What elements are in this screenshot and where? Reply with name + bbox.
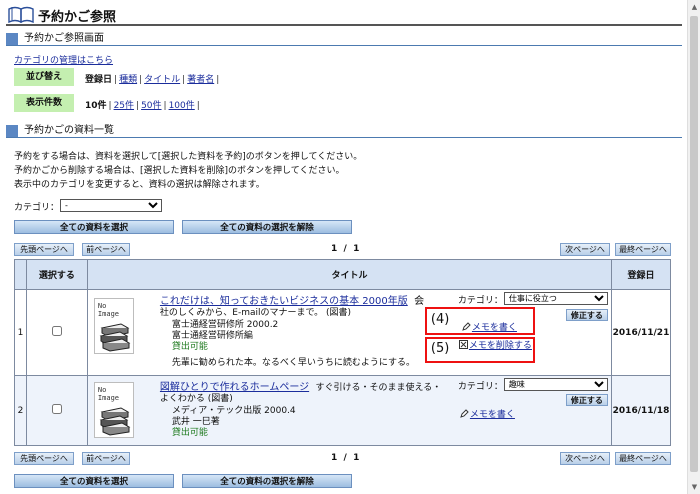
display-option-50[interactable]: 50件: [141, 101, 161, 111]
instruction-line: 表示中のカテゴリを変更すると、資料の選択は解除されます。: [14, 180, 265, 190]
no-image-text: No Image: [97, 302, 119, 318]
category-filter-select[interactable]: -: [60, 199, 162, 212]
table-row: 2 No Image 図解ひとりで作れるホームページ すぐ引ける・そのまま使える・…: [14, 375, 671, 446]
pencil-icon: [460, 409, 469, 418]
select-cell: [25, 289, 88, 376]
item-status: 貸出可能: [171, 342, 208, 352]
pager-total: 1: [353, 453, 360, 463]
select-checkbox[interactable]: [51, 326, 62, 336]
item-status: 貸出可能: [171, 428, 208, 438]
page-title: 予約かご参照: [38, 10, 117, 25]
fix-category-button[interactable]: 修正する: [565, 394, 608, 406]
item-title-continuation: 会: [414, 296, 425, 307]
no-image-placeholder: No Image: [93, 298, 134, 354]
section-heading-list: 予約かごの資料一覧: [6, 124, 682, 138]
table-header-row: 選択する タイトル 登録日: [14, 259, 671, 290]
section-heading-cart: 予約かご参照画面: [6, 32, 682, 46]
write-memo-link[interactable]: メモを書く: [472, 323, 517, 333]
pager-sep: /: [343, 453, 347, 463]
first-page-button[interactable]: 先頭ページへ: [14, 243, 74, 256]
display-option-25[interactable]: 25件: [114, 101, 134, 111]
title-cell: No Image 図解ひとりで作れるホームページ すぐ引ける・そのまま使える・ よ…: [86, 375, 613, 446]
section-heading-text: 予約かごの資料一覧: [24, 125, 114, 136]
item-date: 2016/11/21: [611, 289, 671, 376]
next-page-button[interactable]: 次ページへ: [560, 243, 610, 256]
pager-current: 1: [331, 244, 338, 254]
delete-memo-action: メモを削除する: [458, 338, 532, 351]
scroll-up-icon[interactable]: ▲: [688, 0, 700, 14]
table-row: 1 No Image これだけは、知っておきたいビジネスの基本 2000年版 会 …: [14, 289, 671, 376]
book-icon: [8, 6, 34, 23]
deselect-all-button[interactable]: 全ての資料の選択を解除: [182, 474, 352, 488]
row-number: 1: [14, 289, 27, 376]
deselect-all-button[interactable]: 全ての資料の選択を解除: [182, 220, 352, 234]
delete-x-icon: [458, 340, 468, 349]
select-all-button[interactable]: 全ての資料を選択: [14, 474, 174, 488]
item-category-select[interactable]: 仕事に役立つ: [503, 292, 608, 305]
annotation-label-4: (4): [430, 312, 450, 327]
pager-total: 1: [353, 244, 360, 254]
instruction-line: 予約をする場合は、資料を選択して[選択した資料を予約]のボタンを押してください。: [14, 152, 363, 162]
pencil-icon: [462, 322, 471, 331]
sort-option-title[interactable]: タイトル: [144, 75, 180, 85]
books-icon: [99, 407, 131, 436]
pager: 1 / 1: [331, 453, 359, 463]
display-current: 10件: [85, 101, 107, 111]
sort-option-author[interactable]: 著者名: [187, 75, 214, 85]
item-date: 2016/11/18: [611, 375, 671, 446]
header-num: [14, 259, 27, 290]
pager-current: 1: [331, 453, 338, 463]
category-filter-label: カテゴリ：: [14, 203, 60, 213]
fix-category-button[interactable]: 修正する: [565, 309, 608, 321]
cart-table: 選択する タイトル 登録日 1 No Image これだけは、知っておきたいビジ…: [14, 259, 671, 446]
page-header: 予約かご参照: [6, 4, 682, 26]
scrollbar-thumb[interactable]: [690, 16, 698, 472]
last-page-button[interactable]: 最終ページへ: [615, 452, 671, 465]
pager-sep: /: [343, 244, 347, 254]
pager: 1 / 1: [331, 244, 359, 254]
write-memo-link[interactable]: メモを書く: [470, 410, 515, 420]
display-count-options: 10件 | 25件 | 50件 | 100件 |: [85, 101, 200, 111]
header-title: タイトル: [86, 259, 613, 290]
sort-current: 登録日: [85, 75, 113, 85]
header-select: 選択する: [25, 259, 88, 290]
prev-page-button[interactable]: 前ページへ: [82, 243, 130, 256]
delete-memo-link[interactable]: メモを削除する: [469, 341, 532, 351]
section-marker: [6, 125, 18, 137]
sort-option-type[interactable]: 種類: [119, 75, 137, 85]
header-date: 登録日: [611, 259, 671, 290]
scroll-down-icon[interactable]: ▼: [688, 480, 700, 494]
display-count-label: 表示件数: [14, 94, 74, 112]
select-cell: [25, 375, 88, 446]
category-label: カテゴリ：: [457, 296, 503, 306]
no-image-text: No Image: [97, 386, 119, 402]
row-number: 2: [14, 375, 27, 446]
last-page-button[interactable]: 最終ページへ: [615, 243, 671, 256]
books-icon: [99, 323, 131, 352]
category-label: カテゴリ：: [457, 382, 503, 392]
instruction-line: 予約かごから削除する場合は、[選択した資料を削除]のボタンを押してください。: [14, 166, 345, 176]
section-marker: [6, 33, 18, 45]
section-heading-text: 予約かご参照画面: [24, 33, 104, 44]
annotation-label-5: (5): [430, 341, 450, 356]
display-option-100[interactable]: 100件: [169, 101, 195, 111]
item-title-continuation: すぐ引ける・そのまま使える・: [315, 383, 442, 393]
write-memo-action: メモを書く: [462, 320, 517, 333]
vertical-scrollbar[interactable]: ▲ ▼: [687, 0, 700, 494]
sort-options: 登録日 | 種類 | タイトル | 著者名 |: [85, 75, 220, 85]
select-all-button[interactable]: 全ての資料を選択: [14, 220, 174, 234]
category-manage-link[interactable]: カテゴリの管理はこちら: [14, 53, 113, 66]
prev-page-button[interactable]: 前ページへ: [82, 452, 130, 465]
title-cell: No Image これだけは、知っておきたいビジネスの基本 2000年版 会 社の…: [86, 289, 613, 376]
first-page-button[interactable]: 先頭ページへ: [14, 452, 74, 465]
select-checkbox[interactable]: [51, 404, 62, 414]
item-category-select[interactable]: 趣味: [503, 378, 608, 391]
write-memo-action: メモを書く: [460, 407, 515, 420]
item-memo: 先輩に勧められた本。なるべく早いうちに読むようにする。: [171, 358, 416, 368]
no-image-placeholder: No Image: [93, 382, 134, 438]
next-page-button[interactable]: 次ページへ: [560, 452, 610, 465]
sort-label: 並び替え: [14, 68, 74, 86]
